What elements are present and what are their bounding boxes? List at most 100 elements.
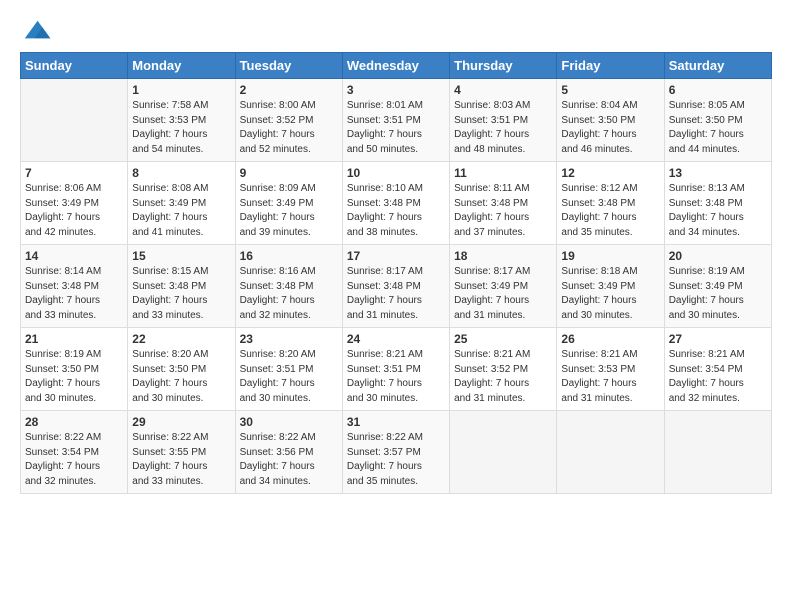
cell-info: Sunrise: 8:22 AM Sunset: 3:54 PM Dayligh… xyxy=(25,431,123,489)
cell-info: Sunrise: 8:21 AM Sunset: 3:53 PM Dayligh… xyxy=(561,348,659,406)
logo xyxy=(20,16,56,48)
calendar-cell: 22 Sunrise: 8:20 AM Sunset: 3:50 PM Dayli… xyxy=(128,328,235,411)
calendar-cell: 21Sunrise: 8:19 AM Sunset: 3:50 PM Dayli… xyxy=(21,328,128,411)
day-number: 5 xyxy=(561,83,659,97)
day-number: 28 xyxy=(25,415,123,429)
cell-info: Sunrise: 8:09 AM Sunset: 3:49 PM Dayligh… xyxy=(240,182,338,240)
cell-info: Sunrise: 8:04 AM Sunset: 3:50 PM Dayligh… xyxy=(561,99,659,157)
calendar-cell: 13 Sunrise: 8:13 AM Sunset: 3:48 PM Dayli… xyxy=(664,162,771,245)
calendar-cell: 20 Sunrise: 8:19 AM Sunset: 3:49 PM Dayli… xyxy=(664,245,771,328)
calendar-week-2: 7 Sunrise: 8:06 AM Sunset: 3:49 PM Daylig… xyxy=(21,162,772,245)
cell-info: Sunrise: 8:13 AM Sunset: 3:48 PM Dayligh… xyxy=(669,182,767,240)
cell-info: Sunrise: 8:08 AM Sunset: 3:49 PM Dayligh… xyxy=(132,182,230,240)
header-cell-sunday: Sunday xyxy=(21,53,128,79)
cell-info: Sunrise: 8:21 AM Sunset: 3:54 PM Dayligh… xyxy=(669,348,767,406)
cell-info: Sunrise: 7:58 AM Sunset: 3:53 PM Dayligh… xyxy=(132,99,230,157)
day-number: 31 xyxy=(347,415,445,429)
day-number: 18 xyxy=(454,249,552,263)
day-number: 29 xyxy=(132,415,230,429)
cell-info: Sunrise: 8:03 AM Sunset: 3:51 PM Dayligh… xyxy=(454,99,552,157)
calendar-cell: 7 Sunrise: 8:06 AM Sunset: 3:49 PM Daylig… xyxy=(21,162,128,245)
day-number: 21 xyxy=(25,332,123,346)
header-row: SundayMondayTuesdayWednesdayThursdayFrid… xyxy=(21,53,772,79)
cell-info: Sunrise: 8:20 AM Sunset: 3:51 PM Dayligh… xyxy=(240,348,338,406)
day-number: 27 xyxy=(669,332,767,346)
cell-info: Sunrise: 8:06 AM Sunset: 3:49 PM Dayligh… xyxy=(25,182,123,240)
cell-info: Sunrise: 8:22 AM Sunset: 3:55 PM Dayligh… xyxy=(132,431,230,489)
day-number: 23 xyxy=(240,332,338,346)
calendar-page: SundayMondayTuesdayWednesdayThursdayFrid… xyxy=(0,0,792,612)
calendar-cell: 30Sunrise: 8:22 AM Sunset: 3:56 PM Dayli… xyxy=(235,411,342,494)
day-number: 2 xyxy=(240,83,338,97)
cell-info: Sunrise: 8:14 AM Sunset: 3:48 PM Dayligh… xyxy=(25,265,123,323)
calendar-cell: 11Sunrise: 8:11 AM Sunset: 3:48 PM Dayli… xyxy=(450,162,557,245)
day-number: 12 xyxy=(561,166,659,180)
day-number: 16 xyxy=(240,249,338,263)
day-number: 1 xyxy=(132,83,230,97)
header-cell-thursday: Thursday xyxy=(450,53,557,79)
calendar-cell: 25 Sunrise: 8:21 AM Sunset: 3:52 PM Dayli… xyxy=(450,328,557,411)
cell-info: Sunrise: 8:10 AM Sunset: 3:48 PM Dayligh… xyxy=(347,182,445,240)
day-number: 9 xyxy=(240,166,338,180)
cell-info: Sunrise: 8:22 AM Sunset: 3:56 PM Dayligh… xyxy=(240,431,338,489)
calendar-week-5: 28 Sunrise: 8:22 AM Sunset: 3:54 PM Dayli… xyxy=(21,411,772,494)
calendar-table: SundayMondayTuesdayWednesdayThursdayFrid… xyxy=(20,52,772,494)
day-number: 11 xyxy=(454,166,552,180)
calendar-cell: 12Sunrise: 8:12 AM Sunset: 3:48 PM Dayli… xyxy=(557,162,664,245)
calendar-cell: 8 Sunrise: 8:08 AM Sunset: 3:49 PM Daylig… xyxy=(128,162,235,245)
calendar-cell: 3 Sunrise: 8:01 AM Sunset: 3:51 PM Daylig… xyxy=(342,79,449,162)
calendar-cell: 28 Sunrise: 8:22 AM Sunset: 3:54 PM Dayli… xyxy=(21,411,128,494)
header-cell-monday: Monday xyxy=(128,53,235,79)
cell-info: Sunrise: 8:20 AM Sunset: 3:50 PM Dayligh… xyxy=(132,348,230,406)
day-number: 7 xyxy=(25,166,123,180)
cell-info: Sunrise: 8:18 AM Sunset: 3:49 PM Dayligh… xyxy=(561,265,659,323)
day-number: 10 xyxy=(347,166,445,180)
day-number: 26 xyxy=(561,332,659,346)
calendar-cell: 9 Sunrise: 8:09 AM Sunset: 3:49 PM Daylig… xyxy=(235,162,342,245)
calendar-cell xyxy=(450,411,557,494)
calendar-cell: 31 Sunrise: 8:22 AM Sunset: 3:57 PM Dayli… xyxy=(342,411,449,494)
calendar-cell: 14 Sunrise: 8:14 AM Sunset: 3:48 PM Dayli… xyxy=(21,245,128,328)
day-number: 8 xyxy=(132,166,230,180)
calendar-cell xyxy=(21,79,128,162)
calendar-week-1: 1 Sunrise: 7:58 AM Sunset: 3:53 PM Daylig… xyxy=(21,79,772,162)
cell-info: Sunrise: 8:05 AM Sunset: 3:50 PM Dayligh… xyxy=(669,99,767,157)
day-number: 6 xyxy=(669,83,767,97)
day-number: 3 xyxy=(347,83,445,97)
day-number: 14 xyxy=(25,249,123,263)
calendar-cell: 26 Sunrise: 8:21 AM Sunset: 3:53 PM Dayli… xyxy=(557,328,664,411)
cell-info: Sunrise: 8:22 AM Sunset: 3:57 PM Dayligh… xyxy=(347,431,445,489)
calendar-cell: 27 Sunrise: 8:21 AM Sunset: 3:54 PM Dayli… xyxy=(664,328,771,411)
cell-info: Sunrise: 8:21 AM Sunset: 3:52 PM Dayligh… xyxy=(454,348,552,406)
cell-info: Sunrise: 8:19 AM Sunset: 3:49 PM Dayligh… xyxy=(669,265,767,323)
calendar-cell: 16Sunrise: 8:16 AM Sunset: 3:48 PM Dayli… xyxy=(235,245,342,328)
cell-info: Sunrise: 8:15 AM Sunset: 3:48 PM Dayligh… xyxy=(132,265,230,323)
day-number: 15 xyxy=(132,249,230,263)
day-number: 13 xyxy=(669,166,767,180)
logo-icon xyxy=(20,16,52,48)
day-number: 20 xyxy=(669,249,767,263)
calendar-cell: 6 Sunrise: 8:05 AM Sunset: 3:50 PM Daylig… xyxy=(664,79,771,162)
calendar-cell: 24Sunrise: 8:21 AM Sunset: 3:51 PM Dayli… xyxy=(342,328,449,411)
calendar-cell: 17Sunrise: 8:17 AM Sunset: 3:48 PM Dayli… xyxy=(342,245,449,328)
calendar-cell: 18Sunrise: 8:17 AM Sunset: 3:49 PM Dayli… xyxy=(450,245,557,328)
calendar-week-4: 21Sunrise: 8:19 AM Sunset: 3:50 PM Dayli… xyxy=(21,328,772,411)
cell-info: Sunrise: 8:21 AM Sunset: 3:51 PM Dayligh… xyxy=(347,348,445,406)
header-cell-tuesday: Tuesday xyxy=(235,53,342,79)
calendar-cell: 4Sunrise: 8:03 AM Sunset: 3:51 PM Daylig… xyxy=(450,79,557,162)
header-cell-saturday: Saturday xyxy=(664,53,771,79)
calendar-cell: 19 Sunrise: 8:18 AM Sunset: 3:49 PM Dayli… xyxy=(557,245,664,328)
day-number: 19 xyxy=(561,249,659,263)
day-number: 25 xyxy=(454,332,552,346)
calendar-week-3: 14 Sunrise: 8:14 AM Sunset: 3:48 PM Dayli… xyxy=(21,245,772,328)
calendar-cell: 15 Sunrise: 8:15 AM Sunset: 3:48 PM Dayli… xyxy=(128,245,235,328)
header xyxy=(20,16,772,48)
calendar-cell: 29 Sunrise: 8:22 AM Sunset: 3:55 PM Dayli… xyxy=(128,411,235,494)
calendar-cell xyxy=(557,411,664,494)
header-cell-wednesday: Wednesday xyxy=(342,53,449,79)
day-number: 22 xyxy=(132,332,230,346)
calendar-body: 1 Sunrise: 7:58 AM Sunset: 3:53 PM Daylig… xyxy=(21,79,772,494)
calendar-cell: 5 Sunrise: 8:04 AM Sunset: 3:50 PM Daylig… xyxy=(557,79,664,162)
cell-info: Sunrise: 8:01 AM Sunset: 3:51 PM Dayligh… xyxy=(347,99,445,157)
header-cell-friday: Friday xyxy=(557,53,664,79)
